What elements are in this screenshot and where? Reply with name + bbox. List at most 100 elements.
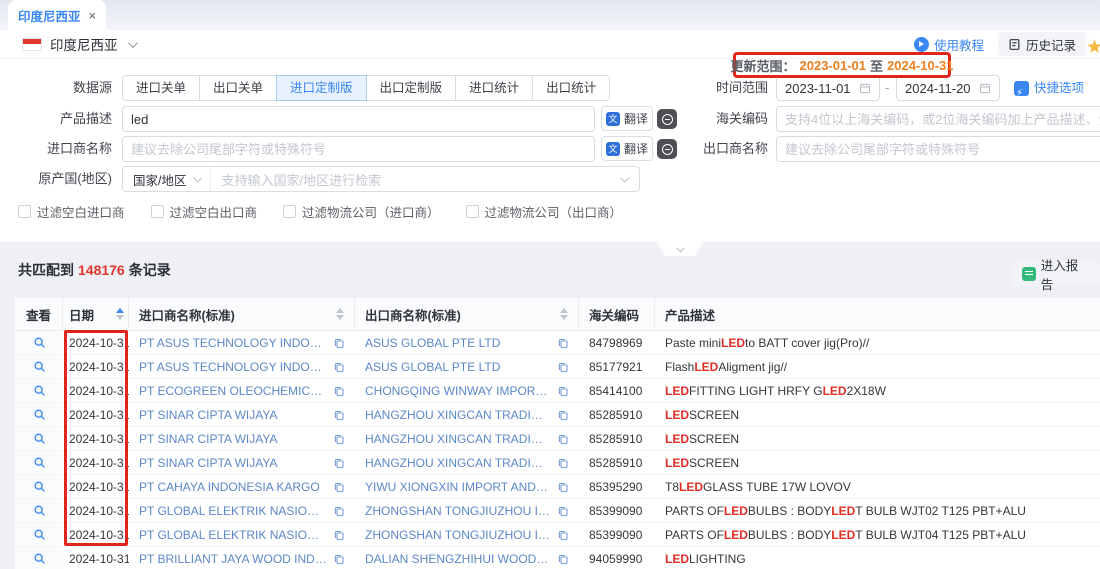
hs-code-input[interactable] [776, 106, 1100, 132]
copy-icon[interactable] [333, 481, 345, 493]
datasource-tab[interactable]: 出口关单 [199, 75, 277, 101]
copy-icon[interactable] [557, 529, 569, 541]
importer-link[interactable]: PT BRILLIANT JAYA WOOD INDUSTRY [139, 552, 327, 566]
enter-report-button[interactable]: 进入报告 [1012, 261, 1100, 286]
importer-input[interactable] [122, 136, 595, 162]
view-magnifier-icon[interactable] [33, 360, 46, 373]
view-record-button[interactable] [15, 451, 63, 474]
view-record-button[interactable] [15, 475, 63, 498]
importer-link[interactable]: PT ASUS TECHNOLOGY INDONESIA BA... [139, 336, 327, 350]
chevron-down-icon[interactable] [127, 38, 137, 48]
exporter-link[interactable]: ZHONGSHAN TONGJIUZHOU INTERNA... [365, 504, 551, 518]
origin-country-select[interactable]: 国家/地区 [123, 167, 211, 191]
tab-close-icon[interactable]: × [89, 9, 97, 22]
view-magnifier-icon[interactable] [33, 552, 46, 565]
importer-link[interactable]: PT GLOBAL ELEKTRIK NASIONAL [139, 504, 327, 518]
checkbox-icon[interactable] [151, 205, 164, 218]
copy-icon[interactable] [557, 481, 569, 493]
datasource-tab[interactable]: 进口统计 [455, 75, 533, 101]
copy-icon[interactable] [557, 361, 569, 373]
importer-link[interactable]: PT CAHAYA INDONESIA KARGO [139, 480, 327, 494]
datasource-tab[interactable]: 出口定制版 [366, 75, 457, 101]
sort-date-control[interactable] [116, 308, 124, 320]
view-record-button[interactable] [15, 379, 63, 402]
view-magnifier-icon[interactable] [33, 480, 46, 493]
view-magnifier-icon[interactable] [33, 432, 46, 445]
importer-link[interactable]: PT ASUS TECHNOLOGY INDONESIA BA... [139, 360, 327, 374]
copy-icon[interactable] [333, 505, 345, 517]
datasource-tab[interactable]: 进口定制版 [276, 75, 367, 101]
copy-icon[interactable] [557, 433, 569, 445]
quick-options-button[interactable]: 快捷选项 [1014, 75, 1084, 101]
filter-checkbox[interactable]: 过滤物流公司（进口商） [283, 202, 440, 221]
copy-icon[interactable] [557, 553, 569, 565]
filter-checkbox[interactable]: 过滤空白出口商 [151, 202, 258, 221]
record-date: 2024-10-31 [63, 499, 129, 522]
importer-link[interactable]: PT SINAR CIPTA WIJAYA [139, 408, 327, 422]
copy-icon[interactable] [557, 385, 569, 397]
exporter-link[interactable]: CHONGQING WINWAY IMPORT AND E... [365, 384, 551, 398]
view-magnifier-icon[interactable] [33, 528, 46, 541]
copy-icon[interactable] [557, 409, 569, 421]
copy-icon[interactable] [333, 409, 345, 421]
favorite-star-icon[interactable]: ★ [1086, 36, 1100, 59]
exporter-link[interactable]: YIWU XIONGXIN IMPORT AND EXPORT... [365, 480, 551, 494]
view-record-button[interactable] [15, 331, 63, 354]
view-record-button[interactable] [15, 499, 63, 522]
tab-indonesia[interactable]: 印度尼西亚 × [8, 0, 106, 30]
view-record-button[interactable] [15, 427, 63, 450]
exporter-input[interactable] [776, 136, 1100, 162]
exporter-link[interactable]: ZHONGSHAN TONGJIUZHOU INTERNA... [365, 528, 551, 542]
history-button[interactable]: 历史记录 [998, 32, 1086, 56]
copy-icon[interactable] [333, 433, 345, 445]
chevron-down-icon [676, 244, 684, 252]
sort-exporter-control[interactable] [560, 308, 568, 320]
exporter-link[interactable]: ASUS GLOBAL PTE LTD [365, 336, 551, 350]
copy-icon[interactable] [333, 385, 345, 397]
copy-icon[interactable] [333, 457, 345, 469]
copy-icon[interactable] [333, 529, 345, 541]
importer-link[interactable]: PT SINAR CIPTA WIJAYA [139, 432, 327, 446]
view-magnifier-icon[interactable] [33, 456, 46, 469]
view-magnifier-icon[interactable] [33, 504, 46, 517]
copy-icon[interactable] [333, 337, 345, 349]
view-record-button[interactable] [15, 403, 63, 426]
start-date-input[interactable]: 2023-11-01 [776, 75, 880, 101]
datasource-tab[interactable]: 出口统计 [532, 75, 610, 101]
origin-select-value: 国家/地区 [133, 170, 186, 189]
view-record-button[interactable] [15, 355, 63, 378]
sort-importer-control[interactable] [336, 308, 344, 320]
importer-link[interactable]: PT SINAR CIPTA WIJAYA [139, 456, 327, 470]
copy-icon[interactable] [333, 553, 345, 565]
copy-icon[interactable] [557, 505, 569, 517]
chevron-down-icon[interactable] [620, 174, 628, 182]
end-date-input[interactable]: 2024-11-20 [896, 75, 1000, 101]
view-record-button[interactable] [15, 547, 63, 569]
enter-report-label: 进入报告 [1041, 255, 1090, 293]
record-date: 2024-10-31 [63, 475, 129, 498]
datasource-tab[interactable]: 进口关单 [122, 75, 200, 101]
filter-checkbox[interactable]: 过滤物流公司（出口商） [466, 202, 623, 221]
exporter-link[interactable]: DALIAN SHENGZHIHUI WOOD INDUST... [365, 552, 551, 566]
view-magnifier-icon[interactable] [33, 408, 46, 421]
copy-icon[interactable] [557, 337, 569, 349]
importer-link[interactable]: PT ECOGREEN OLEOCHEMICALS [139, 384, 327, 398]
copy-icon[interactable] [333, 361, 345, 373]
checkbox-icon[interactable] [18, 205, 31, 218]
exporter-link[interactable]: HANGZHOU XINGCAN TRADING CO LTD [365, 432, 551, 446]
view-record-button[interactable] [15, 523, 63, 546]
table-row: 2024-10-31PT ASUS TECHNOLOGY INDONESIA B… [15, 331, 1100, 355]
origin-search-placeholder[interactable]: 支持输入国家/地区进行检索 [211, 170, 621, 189]
importer-link[interactable]: PT GLOBAL ELEKTRIK NASIONAL [139, 528, 327, 542]
view-magnifier-icon[interactable] [33, 336, 46, 349]
checkbox-icon[interactable] [466, 205, 479, 218]
copy-icon[interactable] [557, 457, 569, 469]
tutorial-button[interactable]: 使用教程 [914, 35, 984, 54]
exporter-link[interactable]: HANGZHOU XINGCAN TRADING CO LTD [365, 408, 551, 422]
checkbox-icon[interactable] [283, 205, 296, 218]
exporter-link[interactable]: HANGZHOU XINGCAN TRADING CO LTD [365, 456, 551, 470]
filter-checkbox[interactable]: 过滤空白进口商 [18, 202, 125, 221]
view-magnifier-icon[interactable] [33, 384, 46, 397]
product-desc-input[interactable] [122, 106, 595, 132]
exporter-link[interactable]: ASUS GLOBAL PTE LTD [365, 360, 551, 374]
